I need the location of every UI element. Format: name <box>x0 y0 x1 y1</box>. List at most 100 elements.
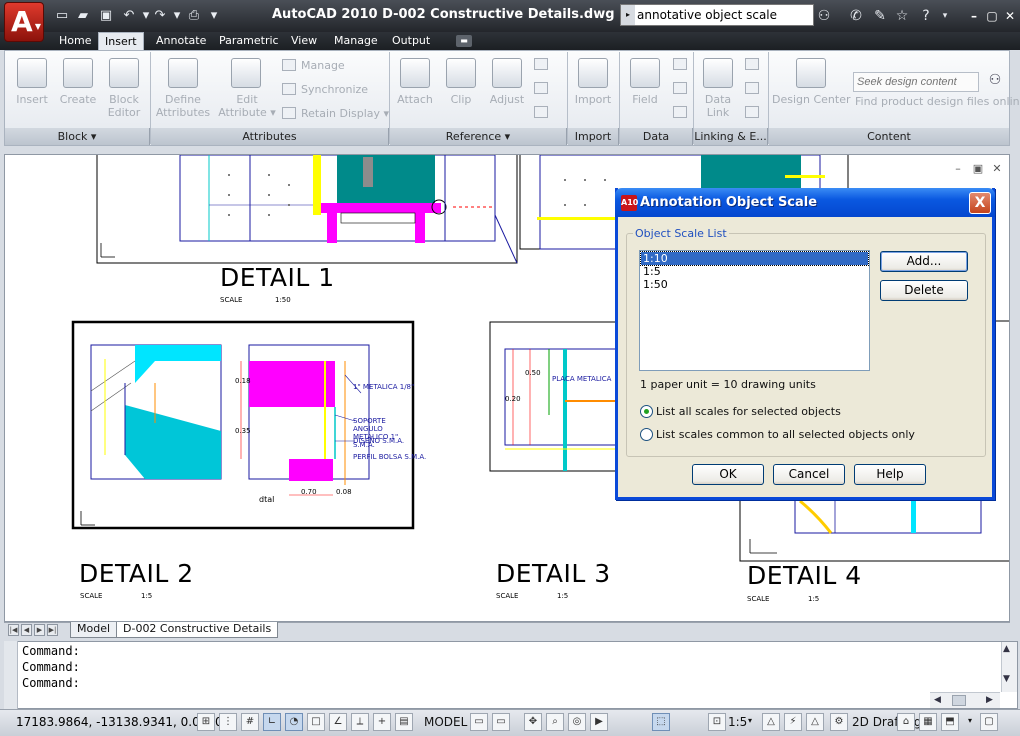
infer-constraints-icon[interactable]: ⊞ <box>197 713 215 731</box>
subscription-center-icon[interactable]: ✎ <box>871 7 889 25</box>
seek-binoculars-icon[interactable]: ⚇ <box>985 72 1005 90</box>
redo-icon[interactable]: ↷ <box>152 8 168 24</box>
annotation-scale-sync-icon[interactable]: △ <box>806 713 824 731</box>
block-editor-label-1[interactable]: Block <box>102 93 146 106</box>
auto-add-scales-icon[interactable]: ⚡ <box>784 713 802 731</box>
linking-tool-2-icon[interactable] <box>745 82 759 94</box>
ok-button[interactable]: OK <box>692 464 764 485</box>
scale-list-item[interactable]: 1:5 <box>641 265 868 278</box>
dialog-close-icon[interactable]: X <box>969 192 991 214</box>
tab-home[interactable]: Home <box>53 32 97 50</box>
field-label[interactable]: Field <box>622 93 668 106</box>
last-layout-arrow-icon[interactable]: ▶| <box>47 624 58 636</box>
drawing-minimize-icon[interactable]: – <box>951 163 965 175</box>
scale-list-item[interactable]: 1:10 <box>640 251 869 266</box>
object-snap-icon[interactable]: □ <box>307 713 325 731</box>
list-all-scales-label[interactable]: List all scales for selected objects <box>656 405 841 418</box>
command-line-grip[interactable] <box>4 641 18 709</box>
polar-tracking-icon[interactable]: ◔ <box>285 713 303 731</box>
data-link-icon[interactable] <box>703 58 733 88</box>
scroll-left-arrow-icon[interactable]: ◀ <box>934 695 941 705</box>
infocenter-search-box[interactable]: ▸ <box>620 4 814 26</box>
open-folder-icon[interactable]: ▰ <box>75 8 91 24</box>
edit-attribute-label-2[interactable]: Attribute ▾ <box>218 106 276 119</box>
linking-tool-1-icon[interactable] <box>745 58 759 70</box>
favorites-star-icon[interactable]: ☆ <box>893 7 911 25</box>
search-expand-icon[interactable]: ▸ <box>621 5 635 25</box>
tab-output[interactable]: Output <box>386 32 436 50</box>
dynamic-input-icon[interactable]: + <box>373 713 391 731</box>
attach-label[interactable]: Attach <box>393 93 437 106</box>
reference-tool-2-icon[interactable] <box>534 82 548 94</box>
command-prompt-line[interactable]: Command: <box>22 676 80 690</box>
drawing-close-icon[interactable]: ✕ <box>990 163 1004 175</box>
toolbar-lock-icon[interactable]: ⌂ <box>897 713 915 731</box>
pan-icon[interactable]: ✥ <box>524 713 542 731</box>
insert-button-label[interactable]: Insert <box>10 93 54 106</box>
clip-icon[interactable] <box>446 58 476 88</box>
minimize-window-icon[interactable]: – <box>966 8 982 24</box>
data-tool-2-icon[interactable] <box>673 82 687 94</box>
data-link-label-1[interactable]: Data <box>697 93 739 106</box>
save-icon[interactable]: ▣ <box>98 8 114 24</box>
annotation-scale-value[interactable]: 1:5 <box>728 715 747 729</box>
zoom-icon[interactable]: ⌕ <box>546 713 564 731</box>
object-snap-tracking-icon[interactable]: ∠ <box>329 713 347 731</box>
redo-dropdown-icon[interactable]: ▾ <box>169 8 185 24</box>
cancel-button[interactable]: Cancel <box>773 464 845 485</box>
restore-window-icon[interactable]: ▢ <box>984 8 1000 24</box>
binoculars-search-icon[interactable]: ⚇ <box>815 7 833 25</box>
next-layout-arrow-icon[interactable]: ▶ <box>34 624 45 636</box>
insert-block-icon[interactable] <box>17 58 47 88</box>
retain-display-label[interactable]: Retain Display ▾ <box>301 107 389 120</box>
isolate-objects-icon[interactable]: ⬒ <box>941 713 959 731</box>
clip-label[interactable]: Clip <box>439 93 483 106</box>
steeringwheel-icon[interactable]: ◎ <box>568 713 586 731</box>
panel-title-block[interactable]: Block ▾ <box>5 128 150 145</box>
layout-tab-constructive-details[interactable]: D-002 Constructive Details <box>116 622 279 638</box>
delete-scale-button[interactable]: Delete <box>880 280 968 301</box>
undo-icon[interactable]: ↶ <box>121 8 137 24</box>
field-icon[interactable] <box>630 58 660 88</box>
adjust-label[interactable]: Adjust <box>485 93 529 106</box>
tab-view[interactable]: View <box>285 32 323 50</box>
help-button[interactable]: Help <box>854 464 926 485</box>
block-editor-label-2[interactable]: Editor <box>102 106 146 119</box>
retain-display-icon[interactable] <box>282 107 296 119</box>
import-icon[interactable] <box>578 58 608 88</box>
model-space-toggle[interactable]: MODEL <box>424 715 467 729</box>
quick-view-drawings-icon[interactable]: ▭ <box>492 713 510 731</box>
manage-attributes-label[interactable]: Manage <box>301 59 345 72</box>
scroll-right-arrow-icon[interactable]: ▶ <box>986 695 993 705</box>
list-common-scales-label[interactable]: List scales common to all selected objec… <box>656 428 915 441</box>
quick-access-dropdown-icon[interactable]: ▾ <box>206 8 222 24</box>
manage-attributes-icon[interactable] <box>282 59 296 71</box>
attach-icon[interactable] <box>400 58 430 88</box>
grid-display-icon[interactable]: # <box>241 713 259 731</box>
synchronize-icon[interactable] <box>282 83 296 95</box>
define-attributes-label-1[interactable]: Define <box>152 93 214 106</box>
cursor-coordinates[interactable]: 17183.9864, -13138.9341, 0.0000 <box>16 715 223 729</box>
data-link-label-2[interactable]: Link <box>697 106 739 119</box>
infocenter-search-input[interactable] <box>637 6 811 24</box>
define-attributes-label-2[interactable]: Attributes <box>152 106 214 119</box>
reference-tool-1-icon[interactable] <box>534 58 548 70</box>
help-dropdown-icon[interactable]: ▾ <box>936 7 954 25</box>
scroll-up-arrow-icon[interactable]: ▲ <box>1003 644 1010 654</box>
data-tool-1-icon[interactable] <box>673 58 687 70</box>
list-common-scales-radio[interactable] <box>640 428 653 441</box>
snap-mode-icon[interactable]: ⋮ <box>219 713 237 731</box>
plot-printer-icon[interactable]: ⎙ <box>186 8 202 24</box>
command-line-vertical-scrollbar[interactable]: ▲ ▼ <box>1001 642 1017 692</box>
close-window-icon[interactable]: ✕ <box>1002 8 1018 24</box>
horizontal-scroll-thumb[interactable] <box>952 695 966 706</box>
command-line-horizontal-scrollbar[interactable]: ◀ ▶ <box>930 692 1000 708</box>
tab-annotate[interactable]: Annotate <box>150 32 212 50</box>
maximize-viewport-icon[interactable]: ⬚ <box>652 713 670 731</box>
annotation-scale-icon[interactable]: ⊡ <box>708 713 726 731</box>
annotation-visibility-icon[interactable]: △ <box>762 713 780 731</box>
ribbon-minimize-icon[interactable]: ▬ <box>456 35 472 47</box>
clean-screen-icon[interactable]: ▢ <box>980 713 998 731</box>
layout-tab-model[interactable]: Model <box>70 622 118 638</box>
reference-tool-3-icon[interactable] <box>534 106 548 118</box>
